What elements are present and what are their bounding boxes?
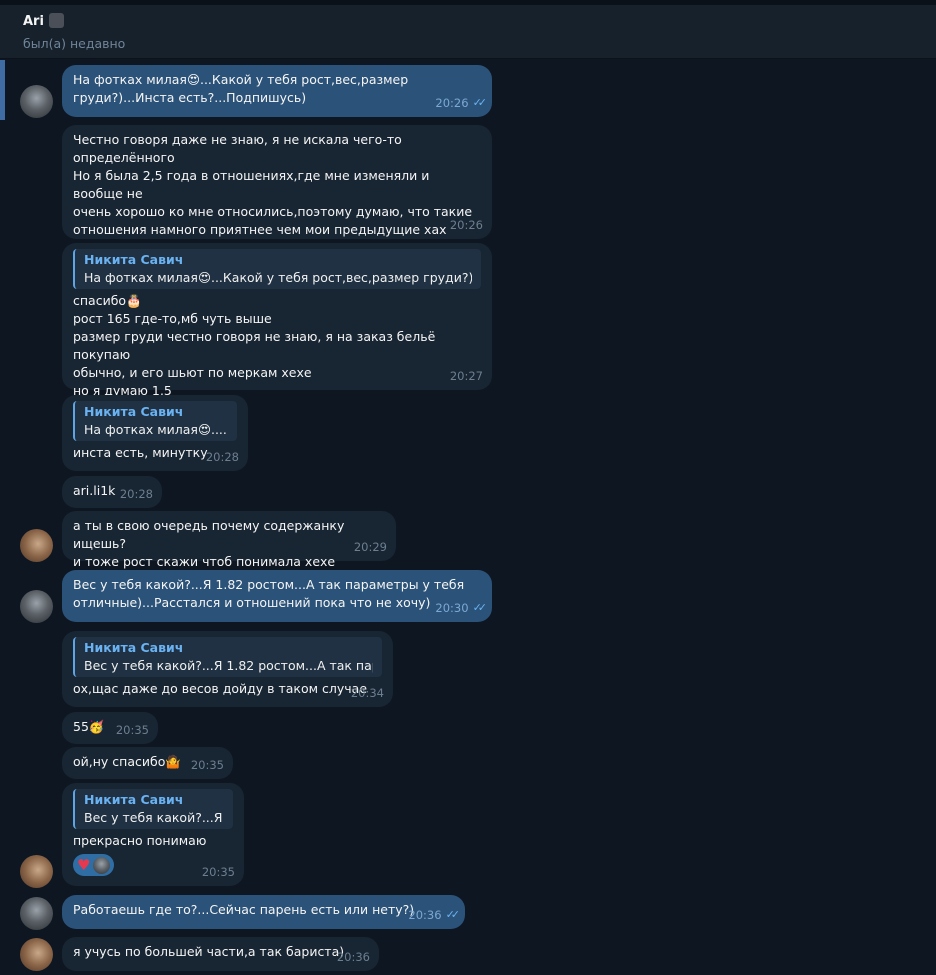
chat-title: Ari xyxy=(23,14,44,29)
message-text: Честно говоря даже не знаю, я не искала … xyxy=(73,132,473,237)
read-checks-icon: ✓✓ xyxy=(472,96,488,109)
reactor-avatar xyxy=(93,856,111,874)
reply-quote[interactable]: Никита Савич Вес у тебя какой?...Я 1.82 … xyxy=(73,637,382,677)
reply-quote[interactable]: Никита Савич На фотках милая😍...... xyxy=(73,401,237,441)
selection-accent-bar xyxy=(0,60,5,120)
message-text: спасибо🎂 рост 165 где-то,мб чуть выше ра… xyxy=(73,293,436,398)
heart-icon: ♥ xyxy=(77,855,91,874)
message-time: 20:30 xyxy=(435,601,469,615)
message-time: 20:26 xyxy=(449,218,483,232)
message-bubble[interactable]: ой,ну спасибо🤷 20:35 xyxy=(62,747,233,779)
message-bubble[interactable]: я учусь по большей части,а так бариста) … xyxy=(62,937,379,971)
contact-avatar[interactable] xyxy=(20,938,53,971)
message-meta: 20:30 ✓✓ xyxy=(435,599,488,617)
message-time: 20:36 xyxy=(336,950,370,964)
read-checks-icon: ✓✓ xyxy=(472,601,488,614)
sender-avatar[interactable] xyxy=(20,897,53,930)
reply-text: На фотках милая😍...... xyxy=(84,422,228,437)
reply-author: Никита Савич xyxy=(84,792,184,807)
message-bubble[interactable]: Никита Савич Вес у тебя какой?...Я 1... … xyxy=(62,783,244,886)
message-meta: 20:34 xyxy=(351,684,384,702)
sender-avatar[interactable] xyxy=(20,590,53,623)
last-seen-status: был(а) недавно xyxy=(23,36,126,51)
message-meta: 20:27 xyxy=(450,367,483,385)
message-bubble[interactable]: ari.li1k 20:28 xyxy=(62,476,162,508)
message-meta: 20:35 xyxy=(191,756,224,774)
reply-quote[interactable]: Никита Савич На фотках милая😍...Какой у … xyxy=(73,249,481,289)
message-meta: 20:35 xyxy=(202,863,235,881)
message-bubble[interactable]: Никита Савич На фотках милая😍...Какой у … xyxy=(62,243,492,398)
message-meta: 20:28 xyxy=(120,485,153,503)
message-bubble[interactable]: На фотках милая😍...Какой у тебя рост,вес… xyxy=(62,65,492,117)
message-text: а ты в свою очередь почему содержанку ищ… xyxy=(73,518,345,569)
reply-author: Никита Савич xyxy=(84,404,184,419)
reply-author: Никита Савич xyxy=(84,252,184,267)
message-text: На фотках милая😍...Какой у тебя рост,вес… xyxy=(73,72,409,105)
message-time: 20:34 xyxy=(350,686,384,700)
reaction-pill[interactable]: ♥ xyxy=(73,854,115,876)
contact-avatar[interactable] xyxy=(20,529,53,562)
read-checks-icon: ✓✓ xyxy=(445,908,461,921)
message-meta: 20:26 ✓✓ xyxy=(435,94,488,112)
message-meta: 20:36 xyxy=(337,948,370,966)
message-time: 20:35 xyxy=(201,865,235,879)
message-text: ох,щас даже до весов дойду в таком случа… xyxy=(73,681,368,696)
message-text: Работаешь где то?...Сейчас парень есть и… xyxy=(73,902,415,917)
message-meta: 20:26 xyxy=(450,216,483,234)
message-bubble[interactable]: Никита Савич На фотках милая😍...... инст… xyxy=(62,395,248,471)
message-text: прекрасно понимаю xyxy=(73,833,207,848)
message-meta: 20:29 xyxy=(354,538,387,556)
message-bubble[interactable]: Вес у тебя какой?...Я 1.82 ростом...А та… xyxy=(62,570,492,622)
ninja-emoji-icon xyxy=(49,13,64,28)
message-time: 20:26 xyxy=(435,96,469,110)
sender-avatar[interactable] xyxy=(20,85,53,118)
contact-avatar[interactable] xyxy=(20,855,53,888)
reply-author: Никита Савич xyxy=(84,640,184,655)
message-time: 20:35 xyxy=(190,758,224,772)
message-time: 20:35 xyxy=(115,723,149,737)
message-bubble[interactable]: 55🥳 20:35 xyxy=(62,712,158,744)
message-time: 20:28 xyxy=(119,487,153,501)
message-time: 20:36 xyxy=(408,908,442,922)
message-bubble[interactable]: а ты в свою очередь почему содержанку ищ… xyxy=(62,511,396,569)
reply-text: На фотках милая😍...Какой у тебя рост,вес… xyxy=(84,270,472,285)
message-time: 20:28 xyxy=(205,450,239,464)
message-bubble[interactable]: Работаешь где то?...Сейчас парень есть и… xyxy=(62,895,465,929)
message-text: Вес у тебя какой?...Я 1.82 ростом...А та… xyxy=(73,577,465,610)
message-text: я учусь по большей части,а так бариста) xyxy=(73,944,345,959)
message-meta: 20:28 xyxy=(206,448,239,466)
message-bubble[interactable]: Никита Савич Вес у тебя какой?...Я 1.82 … xyxy=(62,631,393,707)
reply-text: Вес у тебя какой?...Я 1... xyxy=(84,810,224,825)
reply-quote[interactable]: Никита Савич Вес у тебя какой?...Я 1... xyxy=(73,789,233,829)
chat-header[interactable]: Ari был(а) недавно xyxy=(0,5,936,59)
chat-window: Ari был(а) недавно На фотках милая😍...Ка… xyxy=(0,0,936,975)
message-time: 20:29 xyxy=(353,540,387,554)
message-time: 20:27 xyxy=(449,369,483,383)
reply-text: Вес у тебя какой?...Я 1.82 ростом...А та… xyxy=(84,658,373,673)
message-meta: 20:36 ✓✓ xyxy=(408,906,461,924)
message-bubble[interactable]: Честно говоря даже не знаю, я не искала … xyxy=(62,125,492,265)
message-meta: 20:35 xyxy=(116,721,149,739)
